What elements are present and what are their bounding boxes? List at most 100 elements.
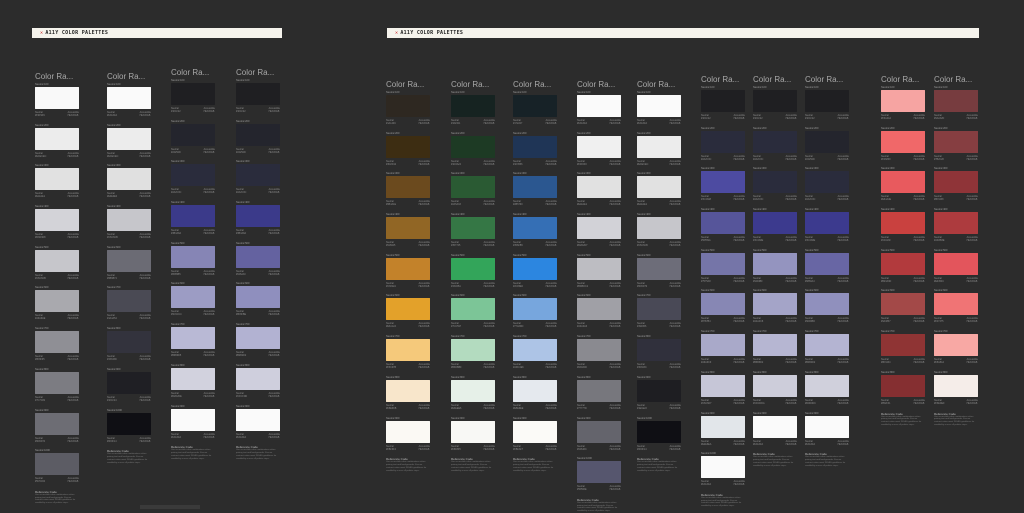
color-swatch[interactable] xyxy=(35,127,79,150)
color-swatch[interactable] xyxy=(934,334,978,357)
color-swatch[interactable] xyxy=(451,420,495,443)
color-swatch[interactable] xyxy=(513,217,557,240)
color-swatch[interactable] xyxy=(236,245,280,268)
color-swatch[interactable] xyxy=(881,252,925,275)
color-swatch[interactable] xyxy=(753,415,797,438)
color-swatch[interactable] xyxy=(451,217,495,240)
color-swatch[interactable] xyxy=(637,135,681,158)
color-swatch[interactable] xyxy=(577,339,621,362)
color-swatch[interactable] xyxy=(171,83,215,105)
color-swatch[interactable] xyxy=(701,212,745,235)
color-swatch[interactable] xyxy=(236,123,280,146)
color-swatch[interactable] xyxy=(637,217,681,240)
color-swatch[interactable] xyxy=(171,123,215,146)
color-swatch[interactable] xyxy=(701,171,745,194)
color-swatch[interactable] xyxy=(577,217,621,240)
color-swatch[interactable] xyxy=(513,339,557,362)
color-swatch[interactable] xyxy=(386,95,430,117)
color-swatch[interactable] xyxy=(577,176,621,199)
color-swatch[interactable] xyxy=(386,135,430,158)
color-swatch[interactable] xyxy=(35,290,79,313)
color-swatch[interactable] xyxy=(637,95,681,117)
color-swatch[interactable] xyxy=(451,298,495,321)
color-swatch[interactable] xyxy=(386,379,430,402)
color-swatch[interactable] xyxy=(513,95,557,117)
color-swatch[interactable] xyxy=(171,367,215,390)
color-swatch[interactable] xyxy=(881,334,925,357)
color-swatch[interactable] xyxy=(805,212,849,235)
color-swatch[interactable] xyxy=(701,415,745,438)
color-swatch[interactable] xyxy=(107,87,151,109)
color-swatch[interactable] xyxy=(753,293,797,316)
color-swatch[interactable] xyxy=(637,176,681,199)
color-swatch[interactable] xyxy=(934,252,978,275)
color-swatch[interactable] xyxy=(701,90,745,112)
color-swatch[interactable] xyxy=(386,257,430,280)
color-swatch[interactable] xyxy=(35,453,79,476)
color-swatch[interactable] xyxy=(171,327,215,350)
color-swatch[interactable] xyxy=(753,212,797,235)
color-swatch[interactable] xyxy=(577,461,621,484)
color-swatch[interactable] xyxy=(171,205,215,228)
color-swatch[interactable] xyxy=(451,339,495,362)
color-swatch[interactable] xyxy=(934,293,978,316)
color-swatch[interactable] xyxy=(934,212,978,235)
color-swatch[interactable] xyxy=(513,420,557,443)
color-swatch[interactable] xyxy=(701,293,745,316)
color-swatch[interactable] xyxy=(386,420,430,443)
color-swatch[interactable] xyxy=(451,257,495,280)
color-swatch[interactable] xyxy=(881,293,925,316)
color-swatch[interactable] xyxy=(236,327,280,350)
color-swatch[interactable] xyxy=(934,90,978,112)
color-swatch[interactable] xyxy=(171,286,215,309)
color-swatch[interactable] xyxy=(107,290,151,313)
color-swatch[interactable] xyxy=(386,339,430,362)
color-swatch[interactable] xyxy=(881,212,925,235)
color-swatch[interactable] xyxy=(386,298,430,321)
color-swatch[interactable] xyxy=(881,130,925,153)
color-swatch[interactable] xyxy=(805,334,849,357)
color-swatch[interactable] xyxy=(753,90,797,112)
color-swatch[interactable] xyxy=(805,252,849,275)
color-swatch[interactable] xyxy=(35,209,79,232)
color-swatch[interactable] xyxy=(753,171,797,194)
color-swatch[interactable] xyxy=(881,90,925,112)
color-swatch[interactable] xyxy=(513,379,557,402)
color-swatch[interactable] xyxy=(701,456,745,479)
color-swatch[interactable] xyxy=(236,367,280,390)
color-swatch[interactable] xyxy=(637,257,681,280)
color-swatch[interactable] xyxy=(753,252,797,275)
color-swatch[interactable] xyxy=(386,217,430,240)
color-swatch[interactable] xyxy=(577,298,621,321)
color-swatch[interactable] xyxy=(805,90,849,112)
color-swatch[interactable] xyxy=(701,252,745,275)
color-swatch[interactable] xyxy=(35,87,79,109)
color-swatch[interactable] xyxy=(934,374,978,397)
color-swatch[interactable] xyxy=(805,415,849,438)
color-swatch[interactable] xyxy=(107,371,151,394)
color-swatch[interactable] xyxy=(107,168,151,191)
color-swatch[interactable] xyxy=(35,371,79,394)
frame-title-left[interactable]: ✕ A11Y COLOR PALETTES xyxy=(32,28,282,38)
color-swatch[interactable] xyxy=(701,130,745,153)
color-swatch[interactable] xyxy=(637,379,681,402)
color-swatch[interactable] xyxy=(753,130,797,153)
color-swatch[interactable] xyxy=(451,135,495,158)
color-swatch[interactable] xyxy=(107,127,151,150)
color-swatch[interactable] xyxy=(805,171,849,194)
color-swatch[interactable] xyxy=(236,83,280,105)
color-swatch[interactable] xyxy=(171,245,215,268)
color-swatch[interactable] xyxy=(805,130,849,153)
color-swatch[interactable] xyxy=(513,176,557,199)
color-swatch[interactable] xyxy=(513,298,557,321)
color-swatch[interactable] xyxy=(35,412,79,435)
color-swatch[interactable] xyxy=(637,420,681,443)
frame-title-right[interactable]: ✕ A11Y COLOR PALETTES xyxy=(387,28,979,38)
color-swatch[interactable] xyxy=(513,135,557,158)
color-swatch[interactable] xyxy=(577,135,621,158)
color-swatch[interactable] xyxy=(513,257,557,280)
color-swatch[interactable] xyxy=(236,286,280,309)
color-swatch[interactable] xyxy=(35,249,79,272)
color-swatch[interactable] xyxy=(171,408,215,431)
color-swatch[interactable] xyxy=(236,164,280,187)
